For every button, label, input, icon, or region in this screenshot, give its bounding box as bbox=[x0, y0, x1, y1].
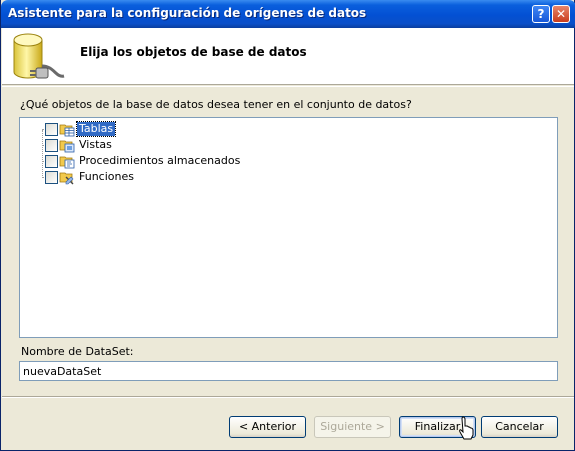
tree-node-label: Funciones bbox=[79, 170, 134, 183]
tree-node-label: Vistas bbox=[79, 138, 112, 151]
mouse-pointer-icon bbox=[459, 416, 474, 440]
cancel-button[interactable]: Cancelar bbox=[481, 416, 558, 438]
tree-node-tablas[interactable]: Tablas bbox=[20, 121, 320, 137]
dataset-name-input[interactable] bbox=[19, 361, 558, 381]
functions-folder-icon bbox=[59, 172, 74, 185]
stored-procedures-folder-icon bbox=[59, 156, 75, 169]
page-title: Elija los objetos de base de datos bbox=[80, 45, 307, 59]
database-plug-icon bbox=[13, 33, 65, 79]
footer-divider-highlight bbox=[2, 397, 574, 398]
tree-node-vistas[interactable]: Vistas bbox=[20, 137, 320, 153]
header-divider bbox=[2, 86, 574, 87]
dataset-name-label: Nombre de DataSet: bbox=[21, 345, 134, 358]
help-button[interactable]: ? bbox=[532, 5, 550, 23]
views-folder-icon bbox=[59, 140, 75, 153]
vistas-checkbox[interactable] bbox=[45, 139, 58, 152]
tables-folder-icon bbox=[59, 124, 75, 137]
database-objects-tree[interactable]: Tablas Vistas Procedimientos almacenados bbox=[19, 117, 558, 338]
tablas-checkbox[interactable] bbox=[45, 123, 58, 136]
tree-node-funciones[interactable]: Funciones bbox=[20, 169, 320, 185]
tree-node-procedimientos[interactable]: Procedimientos almacenados bbox=[20, 153, 320, 169]
back-button[interactable]: < Anterior bbox=[229, 416, 306, 438]
procedimientos-checkbox[interactable] bbox=[45, 155, 58, 168]
close-button[interactable]: ✕ bbox=[552, 5, 570, 23]
title-bar[interactable]: Asistente para la configuración de oríge… bbox=[1, 0, 575, 28]
window-title: Asistente para la configuración de oríge… bbox=[8, 6, 367, 20]
wizard-window: Asistente para la configuración de oríge… bbox=[0, 0, 575, 451]
objects-question-label: ¿Qué objetos de la base de datos desea t… bbox=[20, 98, 412, 111]
tree-node-label: Tablas bbox=[75, 121, 117, 137]
tree-node-label: Procedimientos almacenados bbox=[79, 154, 241, 167]
wizard-header: Elija los objetos de base de datos bbox=[2, 28, 574, 85]
funciones-checkbox[interactable] bbox=[45, 171, 58, 184]
next-button[interactable]: Siguiente > bbox=[314, 416, 391, 438]
